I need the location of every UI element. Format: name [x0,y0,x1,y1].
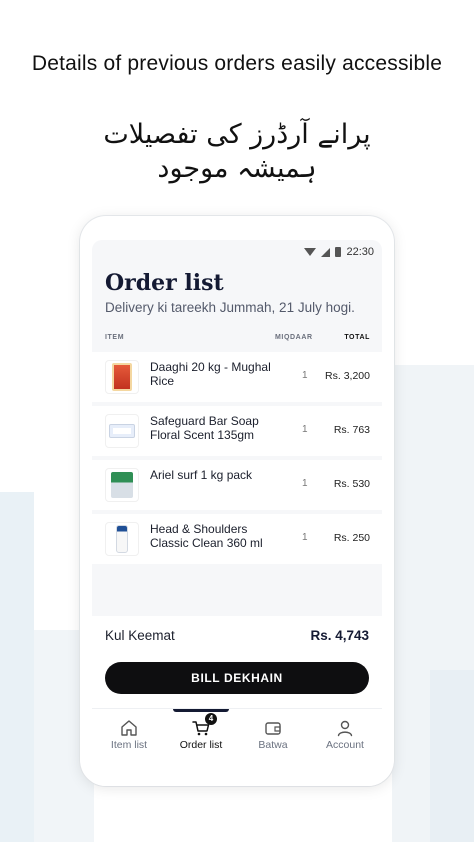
rice-bag-icon [112,363,132,391]
tab-label: Item list [110,739,148,751]
promo-headline-urdu-line2: ہمیشہ موجود [157,153,317,184]
column-header-item: ITEM [105,334,125,341]
status-bar: 22:30 [304,244,374,260]
tab-order-list[interactable]: 4 Order list [165,709,237,769]
product-price: Rs. 3,200 [325,370,370,382]
cell-signal-icon [321,247,331,257]
product-price: Rs. 250 [333,532,370,544]
phone-frame: 22:30 Order list Delivery ki tareekh Jum… [80,216,394,786]
column-header-quantity: MIQDAAR [275,334,313,341]
order-summary-footer: Kul Keemat Rs. 4,743 BILL DEKHAIN [92,616,382,708]
product-thumbnail [105,522,139,556]
delivery-date-text: Delivery ki tareekh Jummah, 21 July hogi… [105,300,355,315]
column-header-total: TOTAL [344,334,370,341]
product-name: Head & Shoulders Classic Clean 360 ml [150,522,263,550]
product-price: Rs. 530 [333,478,370,490]
product-thumbnail [105,468,139,502]
product-quantity: 1 [302,478,308,489]
product-thumbnail [105,414,139,448]
background-shape [0,492,34,842]
product-name: Safeguard Bar Soap Floral Scent 135gm [150,414,259,442]
product-quantity: 1 [302,532,308,543]
order-row[interactable]: Head & Shoulders Classic Clean 360 ml 1 … [92,514,382,564]
shampoo-bottle-icon [116,525,128,553]
tab-item-list[interactable]: Item list [93,709,165,769]
background-shape [430,670,474,842]
app-screen: 22:30 Order list Delivery ki tareekh Jum… [92,240,382,786]
product-quantity: 1 [302,424,308,435]
bottom-tab-bar: Item list 4 Order list Batwa Account [92,708,382,786]
product-price: Rs. 763 [333,424,370,436]
tab-label: Order list [179,739,223,751]
home-icon [121,720,137,736]
order-row[interactable]: Safeguard Bar Soap Floral Scent 135gm 1 … [92,406,382,456]
product-name: Daaghi 20 kg - Mughal Rice [150,360,271,388]
tab-account[interactable]: Account [309,709,381,769]
tab-label: Batwa [258,739,288,751]
product-name: Ariel surf 1 kg pack [150,468,253,482]
wifi-icon [304,248,317,256]
order-row[interactable]: Daaghi 20 kg - Mughal Rice 1 Rs. 3,200 [92,352,382,402]
cart-count-badge: 4 [205,713,217,725]
soap-box-icon [109,424,135,438]
order-row[interactable]: Ariel surf 1 kg pack 1 Rs. 530 [92,460,382,510]
page-title: Order list [105,270,224,296]
battery-icon [335,247,342,257]
promo-headline-urdu: پرانے آرڈرز کی تفصیلات ہمیشہ موجود [0,118,474,186]
product-thumbnail [105,360,139,394]
user-icon [337,720,353,737]
tab-label: Account [326,739,364,751]
promo-headline-urdu-line1: پرانے آرڈرز کی تفصیلات [103,119,371,150]
view-bill-button[interactable]: BILL DEKHAIN [105,662,369,694]
detergent-pack-icon [111,472,133,498]
total-label: Kul Keemat [105,628,175,643]
total-value: Rs. 4,743 [310,628,369,643]
promo-headline-english: Details of previous orders easily access… [31,52,443,75]
tab-batwa[interactable]: Batwa [237,709,309,769]
product-quantity: 1 [302,370,308,381]
status-time: 22:30 [346,246,374,258]
wallet-icon [265,722,281,735]
